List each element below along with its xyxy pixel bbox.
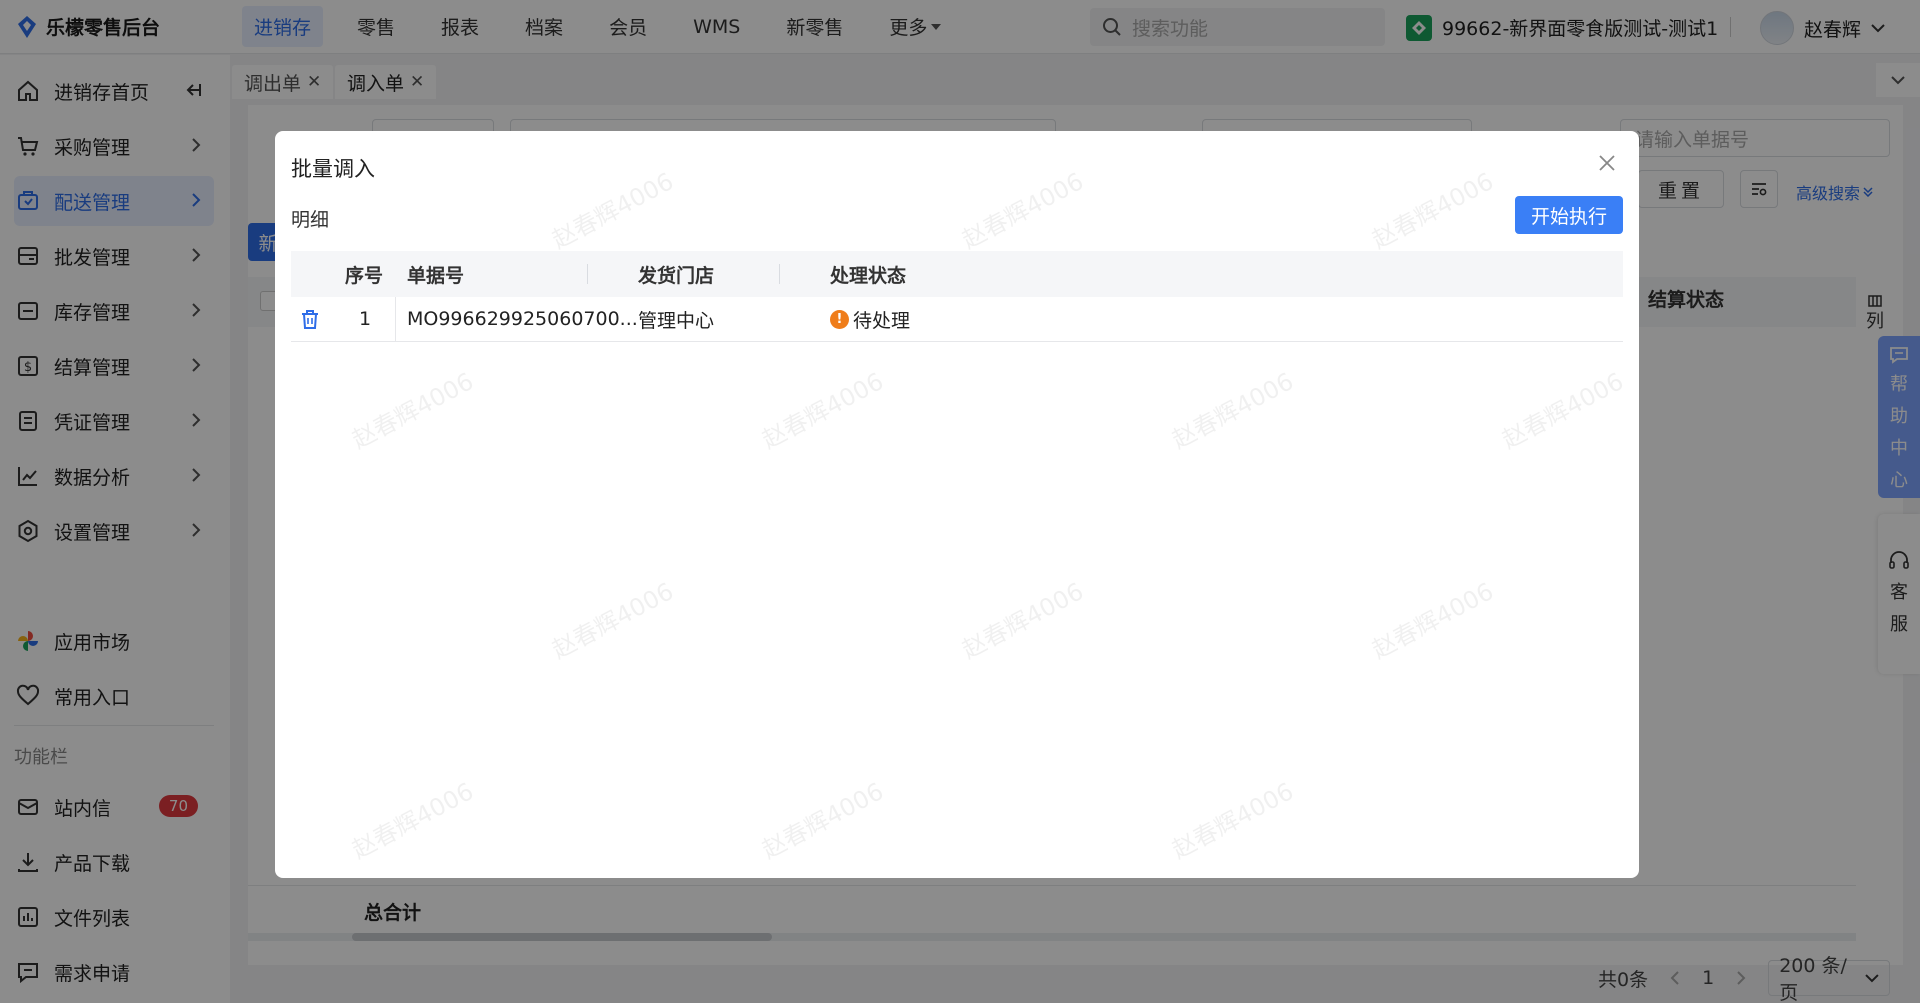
watermark: 赵春辉4006 bbox=[547, 167, 679, 255]
watermark: 赵春辉4006 bbox=[1167, 367, 1299, 455]
watermark: 赵春辉4006 bbox=[547, 577, 679, 665]
detail-table-header: 序号 单据号 发货门店 处理状态 bbox=[291, 251, 1623, 297]
watermark: 赵春辉4006 bbox=[957, 167, 1089, 255]
column-doc-no: 单据号 bbox=[407, 264, 465, 287]
row-status-label: 待处理 bbox=[853, 309, 911, 332]
pending-status-icon: ! bbox=[830, 309, 849, 329]
row-divider bbox=[395, 297, 396, 341]
detail-section-label: 明细 bbox=[291, 209, 330, 231]
watermark: 赵春辉4006 bbox=[1497, 367, 1629, 455]
watermark: 赵春辉4006 bbox=[957, 577, 1089, 665]
column-divider bbox=[779, 264, 780, 284]
watermark: 赵春辉4006 bbox=[757, 367, 889, 455]
watermark: 赵春辉4006 bbox=[347, 777, 479, 865]
column-index: 序号 bbox=[345, 264, 384, 287]
row-doc-no: MO996629925060700... bbox=[407, 308, 638, 330]
close-icon[interactable] bbox=[1595, 151, 1619, 175]
watermark: 赵春辉4006 bbox=[1367, 577, 1499, 665]
row-ship-store: 管理中心 bbox=[638, 309, 715, 332]
column-divider bbox=[587, 264, 588, 284]
batch-transfer-in-dialog: 赵春辉4006 赵春辉4006 赵春辉4006 赵春辉4006 赵春辉4006 … bbox=[275, 131, 1639, 878]
watermark: 赵春辉4006 bbox=[347, 367, 479, 455]
column-process-status: 处理状态 bbox=[830, 264, 907, 287]
row-status: ! 待处理 bbox=[830, 297, 910, 341]
detail-table: 序号 单据号 发货门店 处理状态 1 MO996629925060700... … bbox=[291, 251, 1623, 342]
watermark: 赵春辉4006 bbox=[1367, 167, 1499, 255]
start-execute-button[interactable]: 开始执行 bbox=[1515, 196, 1623, 234]
dialog-title: 批量调入 bbox=[291, 157, 375, 181]
row-index: 1 bbox=[359, 308, 372, 330]
watermark: 赵春辉4006 bbox=[1167, 777, 1299, 865]
table-row: 1 MO996629925060700... 管理中心 ! 待处理 bbox=[291, 297, 1623, 342]
watermark: 赵春辉4006 bbox=[757, 777, 889, 865]
delete-row-icon[interactable] bbox=[301, 297, 319, 341]
column-ship-store: 发货门店 bbox=[638, 264, 715, 287]
